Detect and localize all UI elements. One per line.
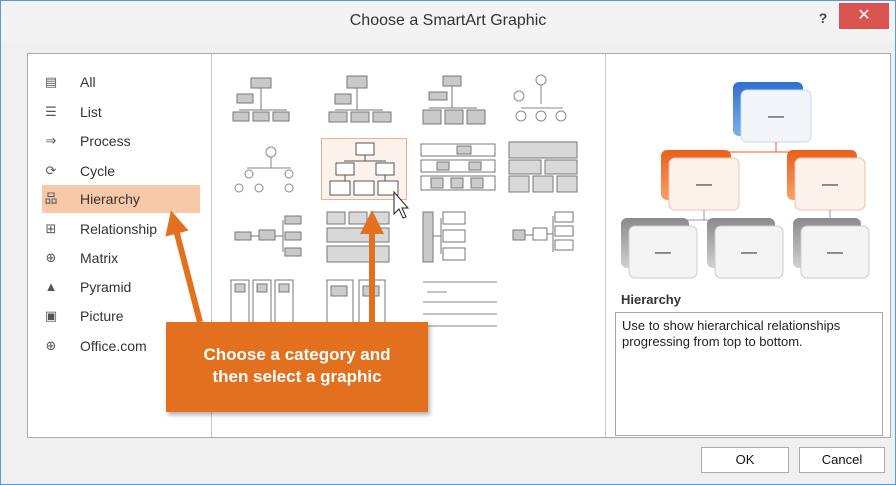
hierarchy-icon: 品 — [44, 191, 58, 206]
graphic-thumbnail[interactable] — [417, 70, 503, 132]
cancel-button[interactable]: Cancel — [799, 447, 885, 473]
help-button[interactable]: ? — [809, 7, 837, 31]
graphic-thumbnail[interactable] — [417, 274, 503, 336]
horizontal-labeled-hierarchy-icon — [422, 211, 466, 263]
graphic-thumbnail[interactable] — [505, 70, 591, 132]
category-label: Process — [80, 133, 131, 149]
dialog-title: Choose a SmartArt Graphic — [349, 12, 547, 29]
preview-placeholder: — — [655, 244, 671, 261]
circle-hierarchy-icon — [513, 74, 567, 122]
category-process[interactable]: ⇒ Process — [42, 127, 200, 155]
pyramid-icon: ▲ — [44, 279, 58, 294]
category-relationship[interactable]: ⊞ Relationship — [42, 215, 200, 243]
graphic-thumbnail[interactable] — [321, 206, 407, 268]
all-icon: ▤ — [44, 74, 58, 89]
category-label: Picture — [80, 308, 124, 324]
labeled-hierarchy-icon — [234, 146, 294, 193]
category-cycle[interactable]: ⟳ Cycle — [42, 157, 200, 185]
graphic-thumbnail[interactable] — [225, 70, 311, 132]
relationship-icon: ⊞ — [45, 221, 57, 236]
list-icon: ☰ — [45, 104, 57, 119]
hierarchy-preview: — — — — — — — [621, 82, 870, 279]
category-label: Cycle — [80, 163, 116, 179]
instruction-callout: Choose a category and then select a grap… — [166, 322, 428, 412]
category-label: All — [80, 74, 96, 90]
horizontal-multi-level-icon — [512, 211, 574, 252]
category-label: Pyramid — [80, 279, 132, 295]
category-label: Relationship — [80, 221, 158, 237]
category-label: Matrix — [80, 250, 119, 266]
graphic-thumbnail[interactable] — [225, 206, 311, 268]
graphic-thumbnail[interactable] — [417, 138, 503, 200]
horizontal-hierarchy-icon — [234, 215, 302, 257]
ok-button[interactable]: OK — [701, 447, 789, 473]
smartart-dialog: Choose a SmartArt Graphic ? ✕ ▤ All ☰ Li… — [0, 0, 896, 485]
close-button[interactable]: ✕ — [839, 3, 889, 29]
preview-description: Use to show hierarchical relationships p… — [615, 312, 883, 436]
cycle-icon: ⟳ — [45, 163, 57, 178]
category-label: Office.com — [80, 338, 147, 354]
category-list-item[interactable]: ☰ List — [42, 98, 200, 126]
org-chart-icon — [232, 77, 290, 122]
category-matrix[interactable]: ⊕ Matrix — [42, 244, 200, 272]
stacked-hierarchy-icon — [326, 211, 390, 263]
globe-icon: ⊕ — [45, 338, 57, 353]
text-hierarchy-icon — [423, 281, 497, 327]
graphic-thumbnail[interactable] — [321, 70, 407, 132]
preview-placeholder: — — [822, 176, 838, 193]
category-label: List — [80, 104, 102, 120]
preview-pane: — — — — — — Hierarchy Use to show hierar… — [607, 54, 890, 437]
process-icon: ⇒ — [45, 133, 57, 148]
half-circle-org-chart-icon — [422, 75, 486, 125]
dialog-content: ▤ All ☰ List ⇒ Process ⟳ Cycle 品 Hierarc… — [27, 53, 891, 438]
graphic-thumbnail[interactable] — [417, 206, 503, 268]
graphic-thumbnail[interactable] — [225, 138, 311, 200]
category-all[interactable]: ▤ All — [42, 68, 200, 96]
preview-placeholder: — — [768, 108, 784, 125]
graphic-thumbnail[interactable] — [505, 206, 591, 268]
title-bar: Choose a SmartArt Graphic ? ✕ — [1, 1, 895, 41]
category-pyramid[interactable]: ▲ Pyramid — [42, 273, 200, 301]
preview-placeholder: — — [741, 244, 757, 261]
hierarchy-graphic-icon — [329, 142, 399, 196]
table-hierarchy-icon — [508, 141, 578, 193]
category-label: Hierarchy — [80, 191, 140, 207]
graphic-thumbnail-hierarchy[interactable] — [321, 138, 407, 200]
labeled-bar-hierarchy-icon — [420, 143, 496, 191]
graphic-thumbnail[interactable] — [505, 138, 591, 200]
preview-placeholder: — — [827, 244, 843, 261]
callout-line-2: then select a graphic — [212, 367, 382, 386]
category-hierarchy[interactable]: 品 Hierarchy — [42, 185, 200, 213]
callout-line-1: Choose a category and — [203, 345, 391, 364]
preview-title: Hierarchy — [621, 292, 681, 307]
picture-icon: ▣ — [44, 308, 58, 323]
preview-placeholder: — — [696, 176, 712, 193]
matrix-icon: ⊕ — [45, 250, 57, 265]
name-title-org-chart-icon — [328, 75, 392, 123]
